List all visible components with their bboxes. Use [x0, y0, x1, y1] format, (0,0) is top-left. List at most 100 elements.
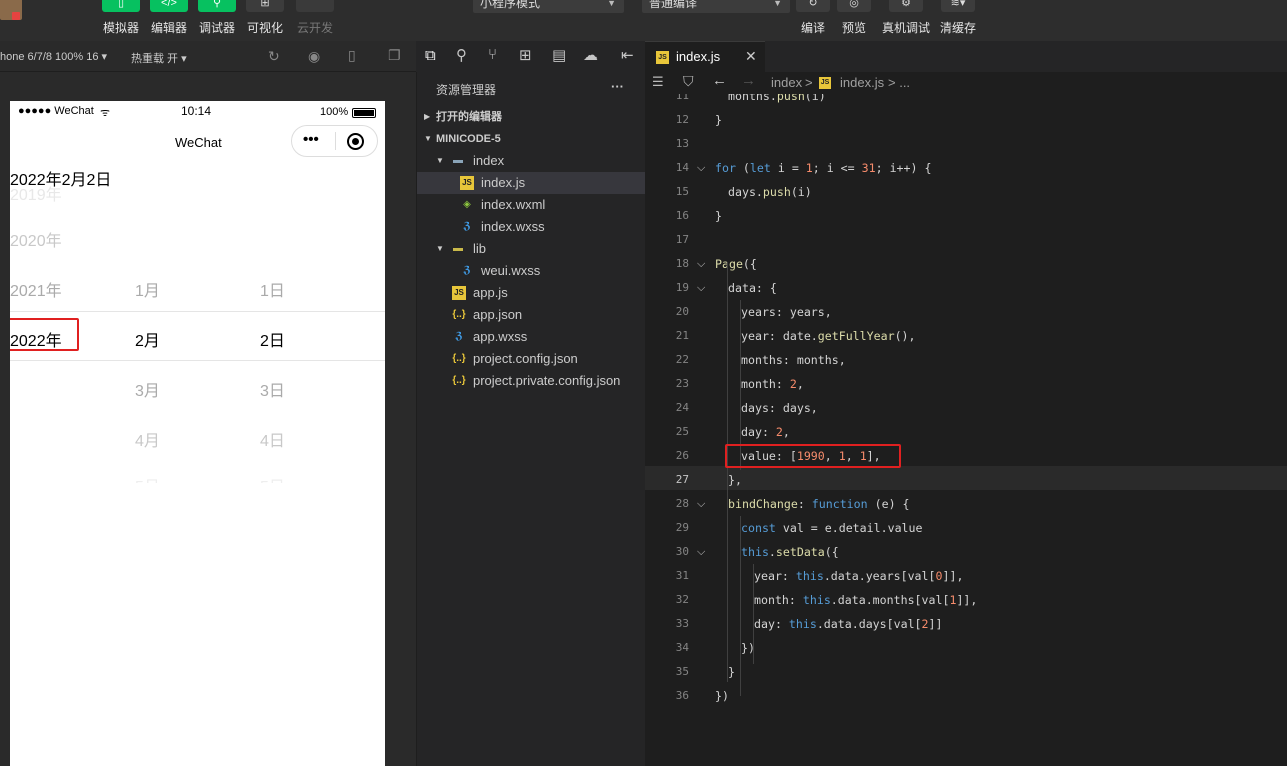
code-line: days.push(i)	[728, 185, 812, 199]
editor-tab-active[interactable]: JS index.js ✕	[645, 41, 765, 72]
tree-file-project-private-config[interactable]: {..} project.private.config.json	[417, 370, 645, 392]
line-number: 12	[675, 113, 689, 126]
preview-button[interactable]: ◎ 预览	[829, 0, 879, 41]
line-number: 28	[675, 497, 689, 510]
capsule-button[interactable]: •••	[291, 125, 378, 157]
simulator-button[interactable]: ▯ 模拟器	[98, 0, 144, 41]
close-target-icon[interactable]	[347, 133, 364, 150]
picker-month-item[interactable]: 3月	[135, 377, 160, 401]
line-number: 27	[675, 473, 689, 486]
breadcrumb-folder[interactable]: index	[771, 75, 802, 90]
tree-file-index-wxml[interactable]: ◈ index.wxml	[417, 194, 645, 216]
close-icon[interactable]: ✕	[745, 48, 757, 65]
breadcrumb-file[interactable]: index.js	[840, 75, 884, 90]
search-icon[interactable]: ⚲	[456, 46, 467, 64]
picker-day-item[interactable]: 5日	[260, 473, 285, 483]
back-arrow-icon[interactable]: ←	[712, 72, 727, 89]
wxml-file-icon: ◈	[463, 199, 471, 210]
docker-icon[interactable]: ☁	[583, 46, 598, 64]
tree-file-project-config[interactable]: {..} project.config.json	[417, 348, 645, 370]
fold-chevron-icon[interactable]: ⌵	[697, 492, 709, 516]
fold-chevron-icon[interactable]: ⌵	[697, 156, 709, 180]
code-editor[interactable]: 11 12 13 14 ⌵ 15 16 17 18 ⌵ 19 ⌵ 20 21 22 23 24 25 26 27 28 ⌵…	[645, 94, 1287, 766]
cloud-dev-button[interactable]: 云开发	[292, 0, 338, 41]
fold-chevron-icon[interactable]: ⌵	[697, 276, 709, 300]
picker-month-item[interactable]: 4月	[135, 427, 160, 451]
device-icon[interactable]: ▯	[348, 47, 356, 64]
tree-file-index-js[interactable]: JS index.js	[417, 172, 645, 194]
picker-month-selected[interactable]: 2月	[135, 327, 160, 351]
code-line: day: this.data.days[val[2]]	[754, 617, 943, 631]
battery-icon	[352, 108, 376, 118]
phone-icon: ▯	[102, 0, 140, 12]
list-icon[interactable]: ☰	[652, 74, 664, 90]
line-number: 23	[675, 377, 689, 390]
line-number: 25	[675, 425, 689, 438]
picker-indicator-bottom	[10, 360, 385, 361]
line-number: 15	[675, 185, 689, 198]
code-line: days: days,	[741, 401, 818, 415]
forward-arrow-icon[interactable]: →	[741, 72, 756, 89]
picker-year-item[interactable]: 2021年	[10, 277, 62, 301]
tree-item-label: app.wxss	[473, 329, 528, 344]
collapse-panel-icon[interactable]: ⇤	[621, 46, 634, 64]
outline-icon[interactable]: ▤	[552, 46, 566, 64]
js-file-icon: JS	[452, 286, 466, 300]
phone-screen: ●●●●● WeChat ᯤ 10:14 100% WeChat ••• 201…	[10, 101, 385, 766]
line-number: 22	[675, 353, 689, 366]
line-number: 33	[675, 617, 689, 630]
extensions-icon[interactable]: ⊞	[519, 46, 532, 64]
compile-select[interactable]: 普通编译 ▼	[642, 0, 790, 13]
chevron-down-icon: ▼	[773, 0, 782, 8]
line-number: 16	[675, 209, 689, 222]
code-icon: </>	[150, 0, 188, 12]
folder-open-icon: ▬	[453, 155, 463, 166]
picker-day-item[interactable]: 3日	[260, 377, 285, 401]
picker-month-item[interactable]: 1月	[135, 277, 160, 301]
remote-debug-button[interactable]: ⚙ 真机调试	[881, 0, 931, 41]
tree-item-label: project.private.config.json	[473, 373, 621, 388]
picker-month-item[interactable]: 5月	[135, 473, 160, 483]
fold-chevron-icon[interactable]: ⌵	[697, 252, 709, 276]
rotate-icon[interactable]: ↻	[268, 48, 280, 65]
record-icon[interactable]: ◉	[308, 48, 320, 65]
files-icon[interactable]: ⧉	[425, 47, 436, 64]
line-number: 19	[675, 281, 689, 294]
bookmark-icon[interactable]: ⛉	[683, 73, 694, 90]
device-select[interactable]: hone 6/7/8 100% 16 ▾	[0, 50, 107, 63]
source-control-icon[interactable]: ⑂	[488, 46, 497, 63]
picker-year-item[interactable]: 2020年	[10, 227, 62, 251]
debugger-button[interactable]: ⚲ 调试器	[194, 0, 240, 41]
explorer-title: 资源管理器	[436, 83, 497, 97]
project-section[interactable]: ▼ MINICODE-5	[417, 128, 645, 150]
open-editors-section[interactable]: ▶ 打开的编辑器	[417, 106, 645, 128]
picker-day-selected[interactable]: 2日	[260, 327, 285, 351]
tree-file-index-wxss[interactable]: ℨ index.wxss	[417, 216, 645, 238]
hot-reload-toggle[interactable]: 热重载 开 ▾	[131, 50, 187, 66]
window-icon[interactable]: ❐	[388, 47, 401, 64]
more-dots-icon[interactable]: •••	[303, 131, 319, 148]
top-toolbar: ▯ 模拟器 </> 编辑器 ⚲ 调试器 ⊞ 可视化 云开发 小程序模式 ▼ 普通…	[0, 0, 1287, 41]
mode-select[interactable]: 小程序模式 ▼	[473, 0, 624, 13]
picker-day-item[interactable]: 4日	[260, 427, 285, 451]
json-file-icon: {..}	[452, 375, 466, 386]
tree-file-app-json[interactable]: {..} app.json	[417, 304, 645, 326]
picker-day-item[interactable]: 1日	[260, 277, 285, 301]
breadcrumb-tail[interactable]: > ...	[888, 75, 910, 90]
visual-button[interactable]: ⊞ 可视化	[242, 0, 288, 41]
tree-file-app-wxss[interactable]: ℨ app.wxss	[417, 326, 645, 348]
status-time: 10:14	[181, 104, 212, 118]
tree-folder-lib[interactable]: ▼ ▬ lib	[417, 238, 645, 260]
layout-icon: ⊞	[246, 0, 284, 12]
simulator-toolbar: hone 6/7/8 100% 16 ▾ 热重载 开 ▾ ↻ ◉ ▯ ❐	[0, 41, 416, 72]
highlight-box	[725, 444, 901, 468]
tree-file-weui-wxss[interactable]: ℨ weui.wxss	[417, 260, 645, 282]
editor-button[interactable]: </> 编辑器	[146, 0, 192, 41]
tree-file-app-js[interactable]: JS app.js	[417, 282, 645, 304]
fold-chevron-icon[interactable]: ⌵	[697, 540, 709, 564]
json-file-icon: {..}	[452, 309, 466, 320]
line-number: 11	[675, 94, 689, 102]
more-actions-icon[interactable]: ···	[611, 79, 624, 94]
clear-cache-button[interactable]: ≋▾ 清缓存	[933, 0, 983, 41]
tree-folder-index[interactable]: ▼ ▬ index	[417, 150, 645, 172]
